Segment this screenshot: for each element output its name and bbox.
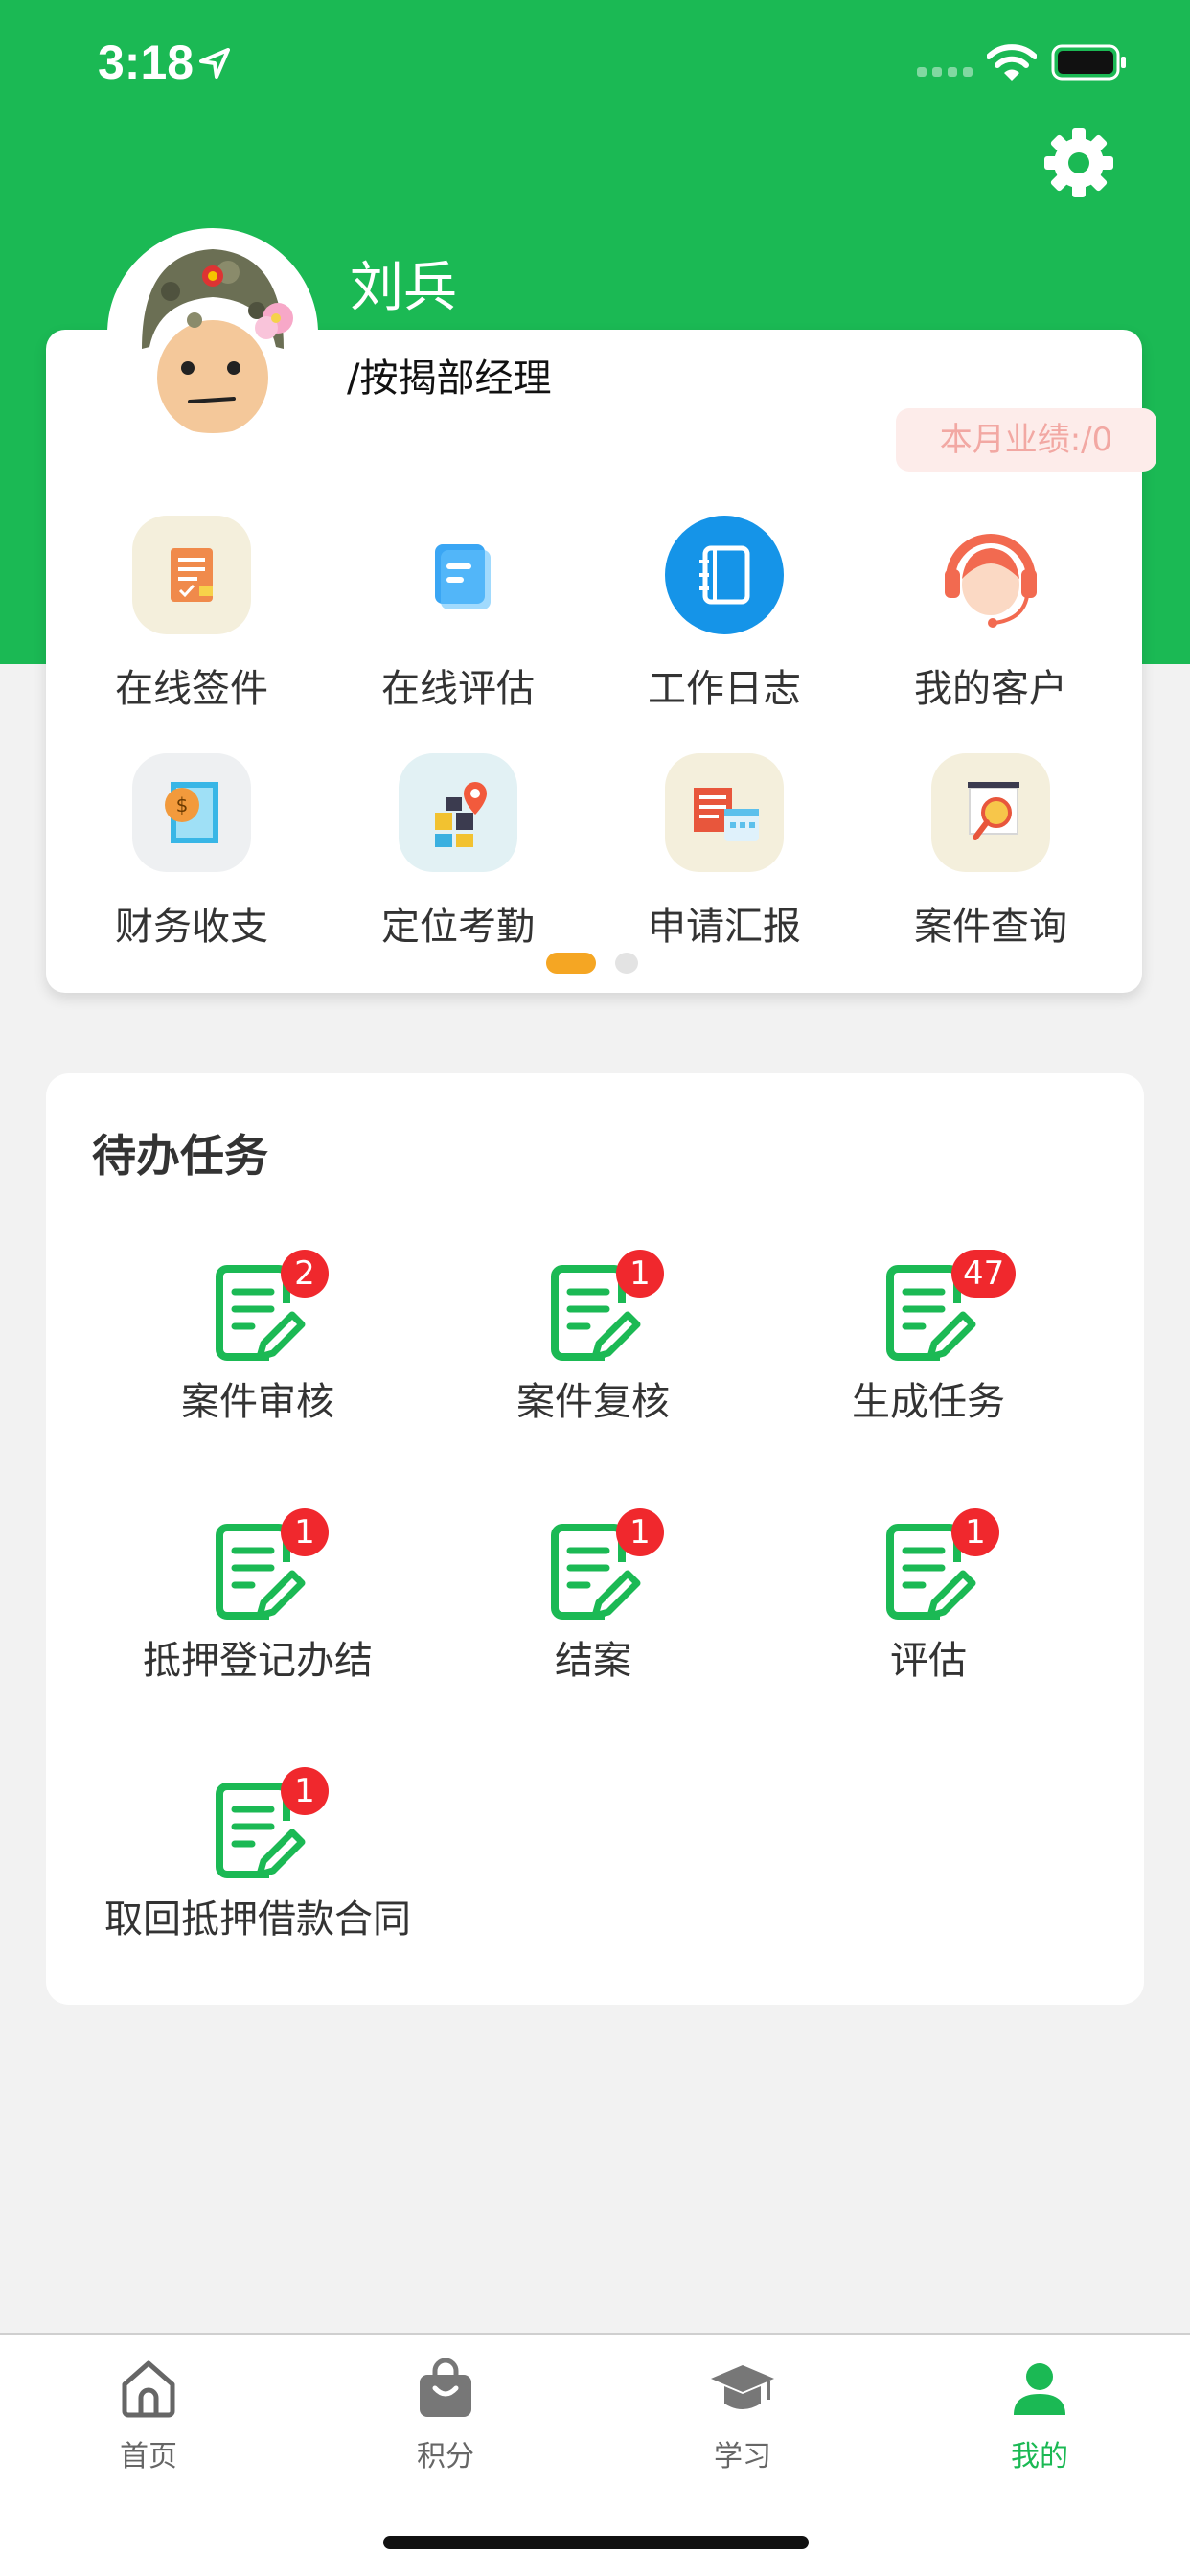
grid-item-work-log[interactable]: 工作日志 (591, 516, 858, 713)
task-assessment[interactable]: 1 评估 (761, 1508, 1096, 1685)
grid-item-apply-report[interactable]: 申请汇报 (591, 753, 858, 951)
task-count-badge: 1 (616, 1250, 664, 1298)
task-label: 结案 (555, 1639, 631, 1683)
notebook-icon (665, 516, 784, 634)
tab-points[interactable]: 积分 (297, 2356, 594, 2474)
task-label: 评估 (890, 1639, 967, 1683)
tab-home[interactable]: 首页 (0, 2356, 297, 2474)
pending-tasks-card: 待办任务 2 案件审核 1 案件复核 47 生成任务 1 抵押登记办结 1 结案… (46, 1073, 1144, 2005)
monthly-performance-badge: 本月业绩:/0 (896, 408, 1156, 472)
grid-item-online-sign[interactable]: 在线签件 (58, 516, 325, 713)
location-arrow-icon (199, 48, 230, 79)
soldier-avatar-image (113, 234, 312, 433)
task-count-badge: 2 (281, 1250, 329, 1298)
tab-label: 首页 (120, 2440, 177, 2473)
wifi-icon (987, 44, 1037, 80)
battery-icon (1051, 44, 1126, 80)
task-generate[interactable]: 47 生成任务 (761, 1250, 1096, 1426)
grid-item-location-checkin[interactable]: 定位考勤 (325, 753, 591, 951)
grid-item-label: 申请汇报 (648, 905, 801, 949)
assessment-doc-icon (399, 516, 517, 634)
tab-label: 我的 (1011, 2440, 1068, 2473)
grid-item-label: 工作日志 (648, 667, 801, 711)
case-search-icon (931, 753, 1050, 872)
task-label: 案件复核 (516, 1380, 670, 1424)
grid-item-label: 在线评估 (381, 667, 535, 711)
contract-sign-icon (132, 516, 251, 634)
task-label: 生成任务 (852, 1380, 1005, 1424)
task-label: 案件审核 (181, 1380, 334, 1424)
user-title: /按揭部经理 (347, 356, 552, 401)
grid-item-label: 在线签件 (115, 667, 268, 711)
status-bar: 3:18 (0, 0, 1190, 125)
edit-document-icon: 1 (210, 1508, 329, 1623)
task-case-review[interactable]: 2 案件审核 (90, 1250, 425, 1426)
tasks-title: 待办任务 (92, 1130, 268, 1182)
edit-document-icon: 1 (545, 1250, 664, 1365)
task-count-badge: 47 (951, 1250, 1017, 1298)
task-mortgage-registration[interactable]: 1 抵押登记办结 (90, 1508, 425, 1685)
grid-item-label: 财务收支 (115, 905, 268, 949)
home-indicator (383, 2536, 809, 2549)
cellular-signal-icon (917, 67, 973, 77)
avatar[interactable] (107, 228, 318, 439)
edit-document-icon: 1 (881, 1508, 999, 1623)
edit-document-icon: 2 (210, 1250, 329, 1365)
page-dot[interactable] (615, 953, 638, 974)
report-calendar-icon (665, 753, 784, 872)
tab-mine[interactable]: 我的 (891, 2356, 1188, 2474)
task-close-case[interactable]: 1 结案 (425, 1508, 761, 1685)
person-icon (1014, 2363, 1065, 2415)
finance-icon: $ (132, 753, 251, 872)
grid-item-label: 定位考勤 (381, 905, 535, 949)
grid-item-finance[interactable]: $ 财务收支 (58, 753, 325, 951)
tab-label: 积分 (417, 2440, 474, 2473)
task-count-badge: 1 (616, 1508, 664, 1556)
status-time: 3:18 (98, 35, 195, 89)
grid-item-my-customers[interactable]: 我的客户 (858, 516, 1124, 713)
tab-label: 学习 (714, 2440, 771, 2473)
location-checkin-icon (399, 753, 517, 872)
task-retrieve-mortgage-contract[interactable]: 1 取回抵押借款合同 (90, 1767, 425, 1944)
task-label: 抵押登记办结 (143, 1639, 373, 1683)
grid-item-label: 案件查询 (914, 905, 1067, 949)
home-icon (122, 2360, 175, 2418)
shopping-bag-icon (420, 2358, 471, 2417)
graduation-cap-icon (711, 2365, 774, 2409)
task-count-badge: 1 (951, 1508, 999, 1556)
task-count-badge: 1 (281, 1508, 329, 1556)
edit-document-icon: 47 (881, 1250, 1017, 1365)
page-dot-active (546, 953, 596, 974)
tab-study[interactable]: 学习 (594, 2356, 891, 2474)
task-label: 取回抵押借款合同 (104, 1898, 411, 1942)
edit-document-icon: 1 (210, 1767, 329, 1882)
grid-item-case-search[interactable]: 案件查询 (858, 753, 1124, 951)
edit-document-icon: 1 (545, 1508, 664, 1623)
grid-item-label: 我的客户 (914, 667, 1067, 711)
grid-item-online-assessment[interactable]: 在线评估 (325, 516, 591, 713)
settings-gear-icon[interactable] (1041, 125, 1117, 201)
customer-service-icon (931, 516, 1050, 634)
task-count-badge: 1 (281, 1767, 329, 1815)
user-name: 刘兵 (350, 257, 457, 319)
svg-text:$: $ (176, 794, 189, 816)
task-case-recheck[interactable]: 1 案件复核 (425, 1250, 761, 1426)
